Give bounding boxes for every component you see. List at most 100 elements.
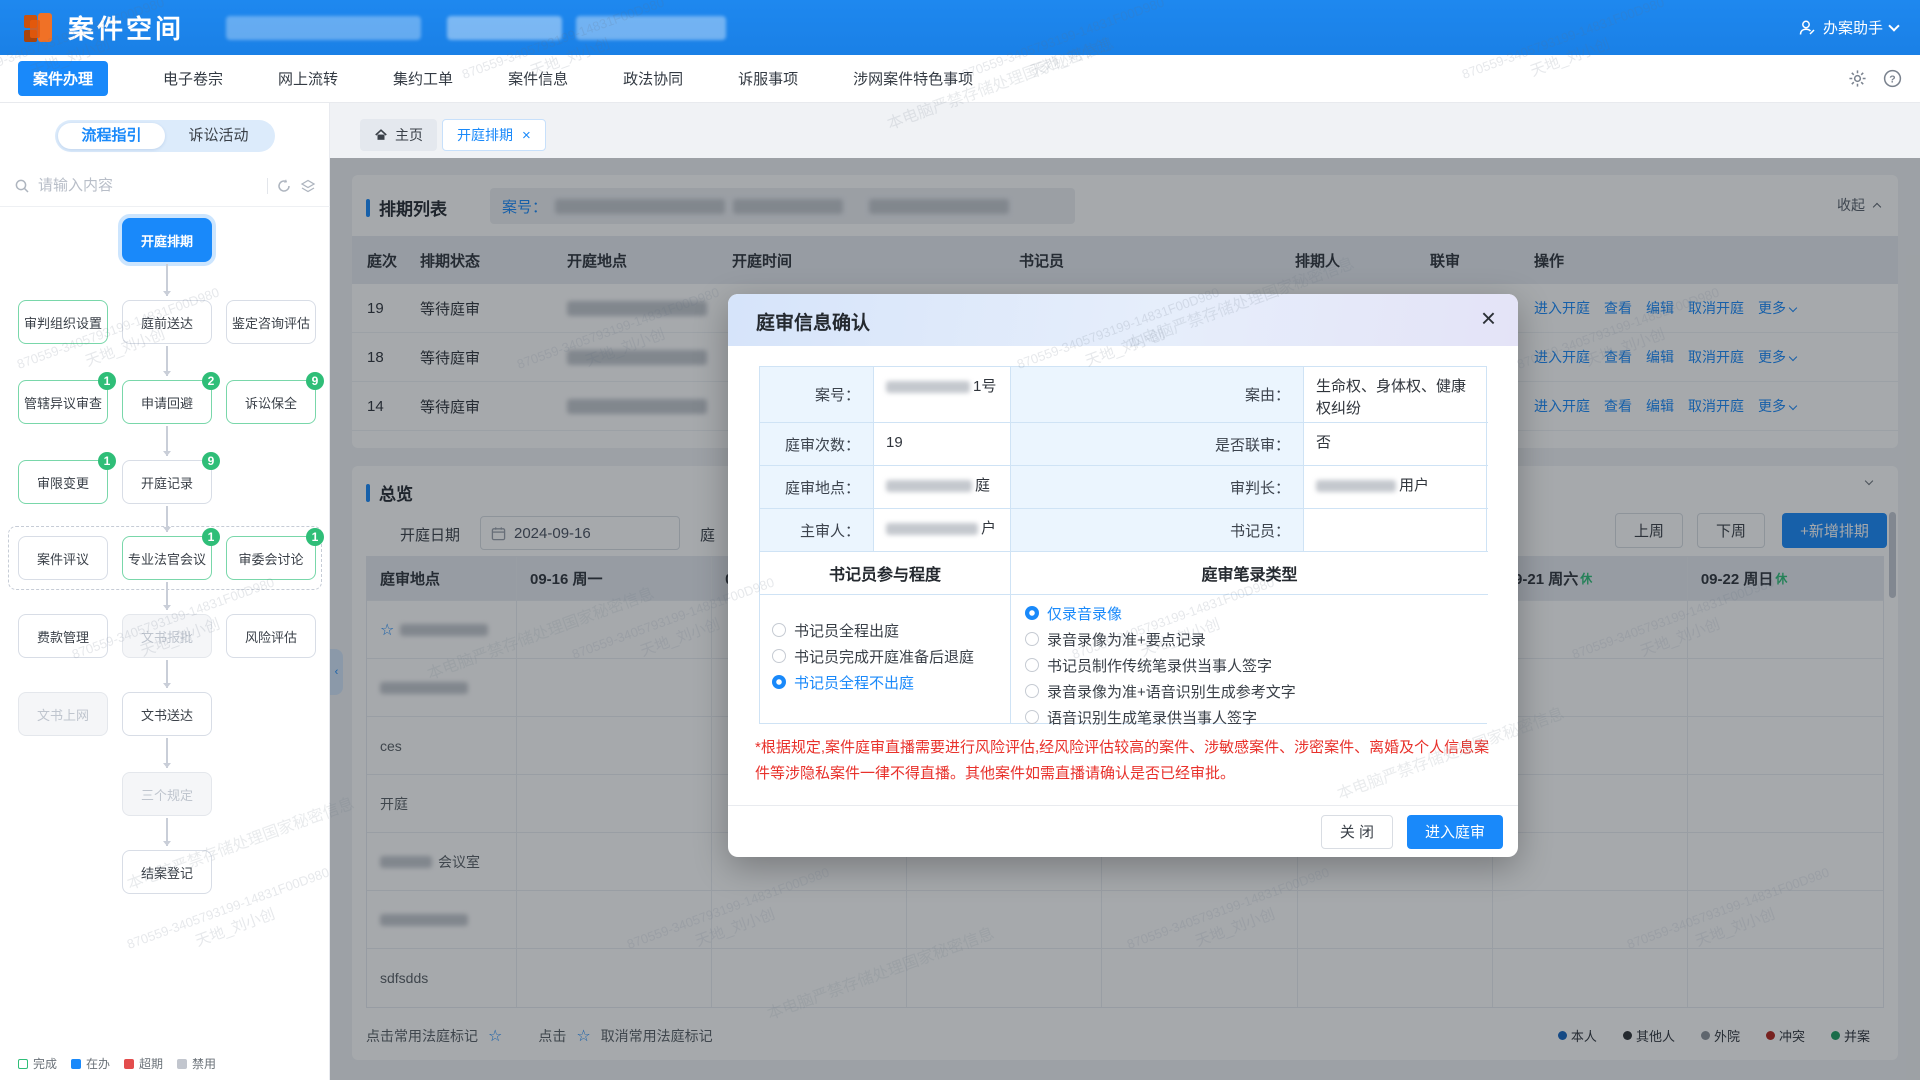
sidebar-legend-item-2: 超期 [124, 1055, 163, 1072]
flow-node-10[interactable]: 专业法官会议1 [122, 536, 212, 580]
flow-node-label: 鉴定咨询评估 [232, 313, 310, 332]
radio-option-2[interactable]: 书记员制作传统笔录供当事人签字 [1025, 654, 1488, 676]
radio-option-1[interactable]: 录音录像为准+要点记录 [1025, 628, 1488, 650]
gear-icon[interactable] [1848, 69, 1867, 88]
flow-node-label: 审委会讨论 [238, 549, 303, 568]
radio-option-2[interactable]: 书记员全程不出庭 [772, 671, 1010, 693]
divider [267, 178, 268, 194]
sidebar-segment-control: 流程指引 诉讼活动 [55, 120, 275, 152]
app-title: 案件空间 [68, 9, 184, 46]
radio-label: 书记员完成开庭准备后退庭 [794, 646, 974, 667]
close-button[interactable]: 关 闭 [1321, 815, 1393, 849]
nav-tab-3[interactable]: 集约工单 [393, 68, 453, 89]
home-icon [374, 128, 388, 142]
legend-square [124, 1059, 134, 1069]
flow-node-16[interactable]: 文书送达 [122, 692, 212, 736]
field-joint-label: 是否联审： [1011, 423, 1304, 466]
svg-text:?: ? [1889, 74, 1895, 85]
flow-node-14[interactable]: 风险评估 [226, 614, 316, 658]
refresh-icon[interactable] [276, 178, 292, 194]
layers-icon[interactable] [300, 178, 316, 194]
field-case-number-value: 1号 [874, 367, 1011, 423]
nav-tab-0[interactable]: 案件办理 [18, 61, 108, 96]
radio-option-1[interactable]: 书记员完成开庭准备后退庭 [772, 645, 1010, 667]
flow-node-1[interactable]: 审判组织设置 [18, 300, 108, 344]
close-tab-icon[interactable]: × [522, 127, 531, 144]
flow-arrow-icon [166, 506, 168, 532]
flow-node-17: 三个规定 [122, 772, 212, 816]
flow-node-0[interactable]: 开庭排期 [122, 218, 212, 262]
nav-tab-4[interactable]: 案件信息 [508, 68, 568, 89]
flow-node-12[interactable]: 费款管理 [18, 614, 108, 658]
flow-node-6[interactable]: 诉讼保全9 [226, 380, 316, 424]
flow-arrow-icon [166, 660, 168, 688]
field-session-count-label: 庭审次数： [760, 423, 874, 466]
flow-node-11[interactable]: 审委会讨论1 [226, 536, 316, 580]
participation-options: 书记员全程出庭书记员完成开庭准备后退庭书记员全程不出庭 [760, 595, 1011, 723]
app-logo-icon [22, 11, 56, 45]
primary-nav: 案件办理 电子卷宗 网上流转 集约工单 案件信息 政法协同 诉服事项 涉网案件特色事项 ? [0, 55, 1920, 103]
sidebar-legend-item-3: 禁用 [177, 1055, 216, 1072]
flow-node-4[interactable]: 管辖异议审查1 [18, 380, 108, 424]
radio-icon [1025, 710, 1039, 724]
enter-hearing-button[interactable]: 进入庭审 [1407, 815, 1503, 849]
redacted-value [886, 523, 978, 535]
field-chief-judge-label: 主审人： [760, 509, 874, 552]
close-icon[interactable]: × [1481, 303, 1496, 334]
flow-node-label: 审限变更 [37, 473, 89, 492]
radio-label: 书记员全程出庭 [794, 620, 899, 641]
record-options: 仅录音录像录音录像为准+要点记录书记员制作传统笔录供当事人签字录音录像为准+语音… [1011, 595, 1488, 723]
radio-icon [1025, 632, 1039, 646]
radio-icon [1025, 658, 1039, 672]
radio-option-0[interactable]: 仅录音录像 [1025, 602, 1488, 624]
flow-node-9[interactable]: 案件评议 [18, 536, 108, 580]
nav-tab-6[interactable]: 诉服事项 [738, 68, 798, 89]
flow-node-3[interactable]: 鉴定咨询评估 [226, 300, 316, 344]
sidebar-legend: 完成 在办超期禁用 [18, 1055, 216, 1072]
flow-node-5[interactable]: 申请回避2 [122, 380, 212, 424]
field-session-count-value: 19 [874, 423, 1011, 466]
legend-square [71, 1059, 81, 1069]
tab-process-guide[interactable]: 流程指引 [58, 123, 165, 149]
field-joint-value: 否 [1304, 423, 1488, 466]
help-icon[interactable]: ? [1883, 69, 1902, 88]
nav-tab-7[interactable]: 涉网案件特色事项 [853, 68, 973, 89]
sidebar-search-row [0, 165, 330, 207]
nav-tab-5[interactable]: 政法协同 [623, 68, 683, 89]
flow-node-7[interactable]: 审限变更1 [18, 460, 108, 504]
flow-node-label: 风险评估 [245, 627, 297, 646]
field-cause-label: 案由： [1011, 367, 1304, 423]
flow-node-8[interactable]: 开庭记录9 [122, 460, 212, 504]
radio-option-3[interactable]: 录音录像为准+语音识别生成参考文字 [1025, 680, 1488, 702]
radio-label: 录音录像为准+要点记录 [1047, 629, 1206, 650]
legend-label: 完成 [33, 1055, 57, 1072]
modal-title: 庭审信息确认 [756, 308, 870, 335]
flow-node-label: 管辖异议审查 [24, 393, 102, 412]
radio-option-4[interactable]: 语音识别生成笔录供当事人签字 [1025, 706, 1488, 728]
nav-tab-2[interactable]: 网上流转 [278, 68, 338, 89]
radio-label: 语音识别生成笔录供当事人签字 [1047, 707, 1257, 728]
tab-litigation-activity[interactable]: 诉讼活动 [165, 123, 272, 149]
flow-node-15: 文书上网 [18, 692, 108, 736]
tab-court-schedule[interactable]: 开庭排期 × [442, 119, 546, 151]
field-presiding-judge-label: 审判长： [1011, 466, 1304, 509]
nav-icons: ? [1848, 69, 1902, 88]
flow-node-2[interactable]: 庭前送达 [122, 300, 212, 344]
radio-icon [1025, 606, 1039, 620]
legend-label: 在办 [86, 1055, 110, 1072]
radio-option-0[interactable]: 书记员全程出庭 [772, 619, 1010, 641]
flow-node-18[interactable]: 结案登记 [122, 850, 212, 894]
tab-court-schedule-label: 开庭排期 [457, 125, 513, 145]
flow-node-label: 文书报批 [141, 627, 193, 646]
radio-label: 录音录像为准+语音识别生成参考文字 [1047, 681, 1296, 702]
legend-square [177, 1059, 187, 1069]
assistant-menu[interactable]: 办案助手 [1798, 17, 1898, 38]
tab-home[interactable]: 主页 [360, 119, 437, 151]
search-input[interactable] [38, 177, 259, 194]
field-clerk-label: 书记员： [1011, 509, 1304, 552]
chevron-down-icon [1888, 20, 1899, 31]
modal-info-table: 案号： 1号 案由： 生命权、身体权、健康权纠纷 庭审次数： 19 是否联审： … [759, 366, 1487, 724]
nav-tab-1[interactable]: 电子卷宗 [163, 68, 223, 89]
flow-node-label: 结案登记 [141, 863, 193, 882]
radio-icon [772, 675, 786, 689]
